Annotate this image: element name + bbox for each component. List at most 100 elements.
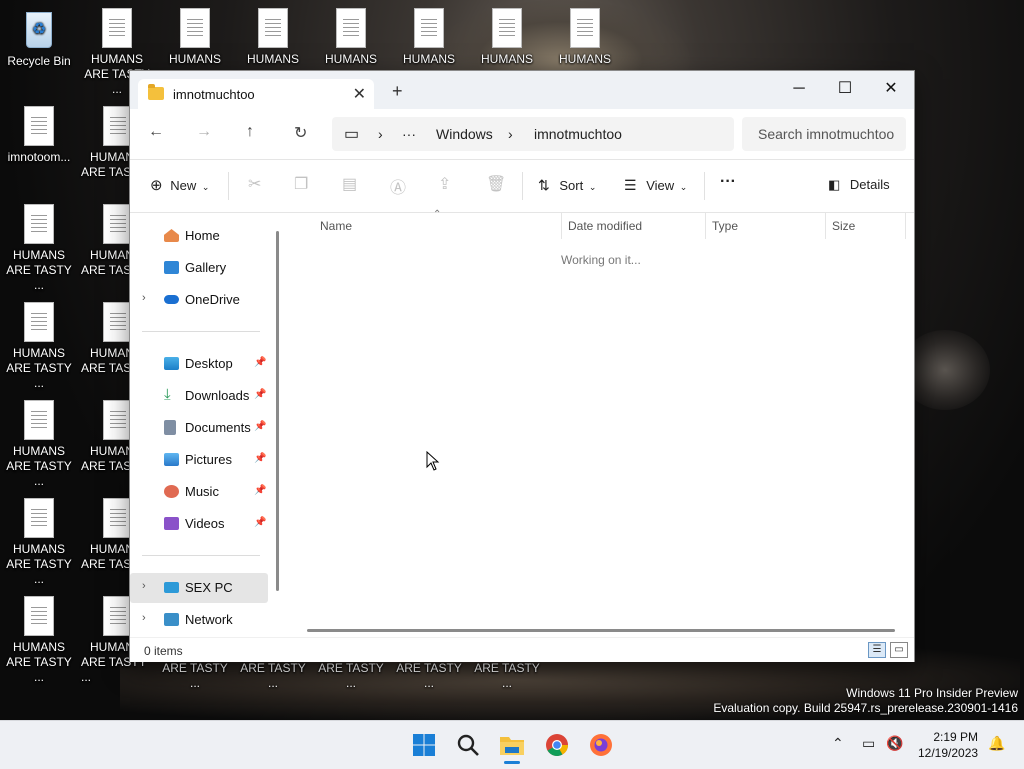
ellipsis-icon[interactable]: ··· [402, 126, 416, 142]
breadcrumb[interactable]: ▭ › ··· Windows › imnotmuchtoo [332, 117, 734, 151]
text-file-icon [180, 8, 210, 48]
nav-item-pictures[interactable]: Pictures 📌 [130, 445, 268, 475]
text-file-icon [103, 498, 133, 538]
see-more-button[interactable]: ··· [720, 173, 736, 191]
nav-item-music[interactable]: Music 📌 [130, 477, 268, 507]
tiles-view-icon[interactable]: ▭ [890, 642, 908, 658]
paste-icon[interactable]: ▤ [342, 174, 357, 194]
desktop-icon-file[interactable]: HUMANS ARE TASTY ... [0, 204, 78, 293]
column-separator[interactable] [705, 213, 706, 239]
this-pc-icon[interactable]: ▭ [344, 124, 359, 144]
volume-muted-icon[interactable]: 🔇 [886, 735, 903, 752]
firefox-taskbar-button[interactable] [587, 731, 615, 759]
column-header-size[interactable]: Size [832, 219, 855, 233]
desktop-icon-label: HUMANS [12, 346, 65, 360]
nav-scrollbar[interactable] [276, 231, 279, 591]
chrome-taskbar-button[interactable] [543, 731, 571, 759]
copy-icon[interactable]: ❐ [294, 174, 308, 194]
column-header-date-modified[interactable]: Date modified [568, 219, 642, 233]
desktop-icon-file[interactable]: HUMANS [156, 8, 234, 67]
desktop-icon-file[interactable]: HUMANS [312, 8, 390, 67]
nav-item-onedrive[interactable]: › OneDrive [130, 285, 268, 315]
file-list[interactable]: ⌃ Name Date modified Type Size Working o… [285, 209, 914, 633]
desktop-icon-file[interactable]: HUMANS [468, 8, 546, 67]
column-separator[interactable] [905, 213, 906, 239]
desktop-icon-file[interactable]: imnotoom... [0, 106, 78, 165]
text-file-icon [24, 106, 54, 146]
file-explorer-taskbar-button[interactable] [498, 731, 526, 764]
refresh-button[interactable]: ↻ [294, 123, 307, 143]
column-separator[interactable] [561, 213, 562, 239]
chevron-right-icon[interactable]: › [142, 292, 146, 304]
details-view-icon[interactable]: ☰ [868, 642, 886, 658]
column-header-name[interactable]: Name [320, 219, 352, 233]
rename-icon[interactable]: Ⓐ [390, 174, 406, 198]
sort-button[interactable]: ⇅ Sort ⌄ [538, 177, 596, 194]
network-status-icon[interactable]: ▭ [862, 735, 875, 752]
windows-logo-icon [413, 734, 435, 756]
nav-item-home[interactable]: Home [130, 221, 268, 251]
desktop-icon-file[interactable]: HUMANS [390, 8, 468, 67]
notification-bell-icon[interactable]: 🔔 [988, 735, 1005, 752]
desktop-icon-recycle-bin[interactable]: ♻ Recycle Bin [0, 8, 78, 69]
horizontal-scrollbar[interactable] [307, 629, 895, 632]
chevron-down-icon: ⌄ [588, 182, 597, 192]
maximize-button[interactable]: ☐ [822, 75, 868, 103]
new-tab-button[interactable]: + [392, 82, 403, 100]
desktop-icon-label: HUMANS [558, 52, 611, 66]
tab-close-icon[interactable]: ✕ [353, 84, 366, 104]
delete-icon[interactable]: 🗑 [486, 174, 506, 194]
desktop-icon-file[interactable]: HUMANS ARE TASTY ... [0, 596, 78, 685]
chevron-right-icon[interactable]: › [142, 612, 146, 624]
minimize-button[interactable]: ─ [776, 75, 822, 103]
clock[interactable]: 2:19 PM 12/19/2023 [918, 729, 978, 761]
divider [142, 331, 260, 332]
tab-imnotmuchtoo[interactable]: imnotmuchtoo ✕ [138, 79, 374, 111]
network-icon [164, 613, 179, 626]
chevron-right-icon[interactable]: › [142, 580, 146, 592]
up-button[interactable]: ↑ [246, 123, 254, 141]
cut-icon[interactable]: ✂ [248, 174, 261, 194]
search-input[interactable]: Search imnotmuchtoo [742, 117, 906, 151]
column-header-type[interactable]: Type [712, 219, 738, 233]
nav-item-network[interactable]: › Network [130, 605, 268, 635]
navigation-pane[interactable]: Home Gallery › OneDrive Desktop 📌 ⤓ Down… [130, 213, 280, 633]
chevron-right-icon: › [508, 126, 513, 142]
desktop-icon-file[interactable]: HUMANS ARE TASTY ... [0, 498, 78, 587]
nav-item-this-pc[interactable]: › SEX PC [130, 573, 268, 603]
nav-item-desktop[interactable]: Desktop 📌 [130, 349, 268, 379]
separator [704, 172, 705, 200]
nav-item-videos[interactable]: Videos 📌 [130, 509, 268, 539]
desktop-icon-label: ARE TASTY ... [6, 655, 72, 684]
desktop-icon-file[interactable]: HUMANS ARE TASTY ... [0, 400, 78, 489]
breadcrumb-imnotmuchtoo[interactable]: imnotmuchtoo [534, 126, 622, 142]
desktop-icon-file[interactable]: HUMANS [546, 8, 624, 67]
desktop-icon-file[interactable]: HUMANS [234, 8, 312, 67]
back-button[interactable]: ← [148, 123, 164, 141]
nav-item-label: Home [185, 228, 220, 243]
close-button[interactable]: ✕ [868, 75, 914, 103]
desktop-icon [164, 357, 179, 370]
column-separator[interactable] [825, 213, 826, 239]
search-button[interactable] [454, 731, 482, 759]
desktop-icon-label: HUMANS [12, 248, 65, 262]
start-button[interactable] [410, 731, 438, 759]
chrome-icon [546, 734, 568, 756]
file-explorer-window[interactable]: imnotmuchtoo ✕ + ─ ☐ ✕ ← → ↑ ↻ ▭ › ··· W… [130, 71, 914, 662]
new-button[interactable]: ⊕ New ⌄ [150, 176, 209, 194]
share-icon[interactable]: ⇪ [438, 174, 451, 194]
nav-item-downloads[interactable]: ⤓ Downloads 📌 [130, 381, 268, 411]
title-bar[interactable]: imnotmuchtoo ✕ + ─ ☐ ✕ [130, 71, 914, 111]
nav-item-gallery[interactable]: Gallery [130, 253, 268, 283]
desktop-icon-label: HUMANS [12, 542, 65, 556]
view-icon: ☰ [624, 177, 637, 193]
show-hidden-icons-chevron-icon[interactable]: ⌃ [832, 735, 844, 752]
desktop-icon-file[interactable]: HUMANS ARE TASTY ... [0, 302, 78, 391]
forward-button[interactable]: → [196, 123, 212, 141]
pin-icon: 📌 [254, 357, 267, 368]
details-button[interactable]: ◧ Details [828, 177, 890, 193]
breadcrumb-windows[interactable]: Windows [436, 126, 493, 142]
view-button[interactable]: ☰ View ⌄ [624, 177, 687, 194]
nav-item-label: Desktop [185, 356, 233, 371]
nav-item-documents[interactable]: Documents 📌 [130, 413, 268, 443]
